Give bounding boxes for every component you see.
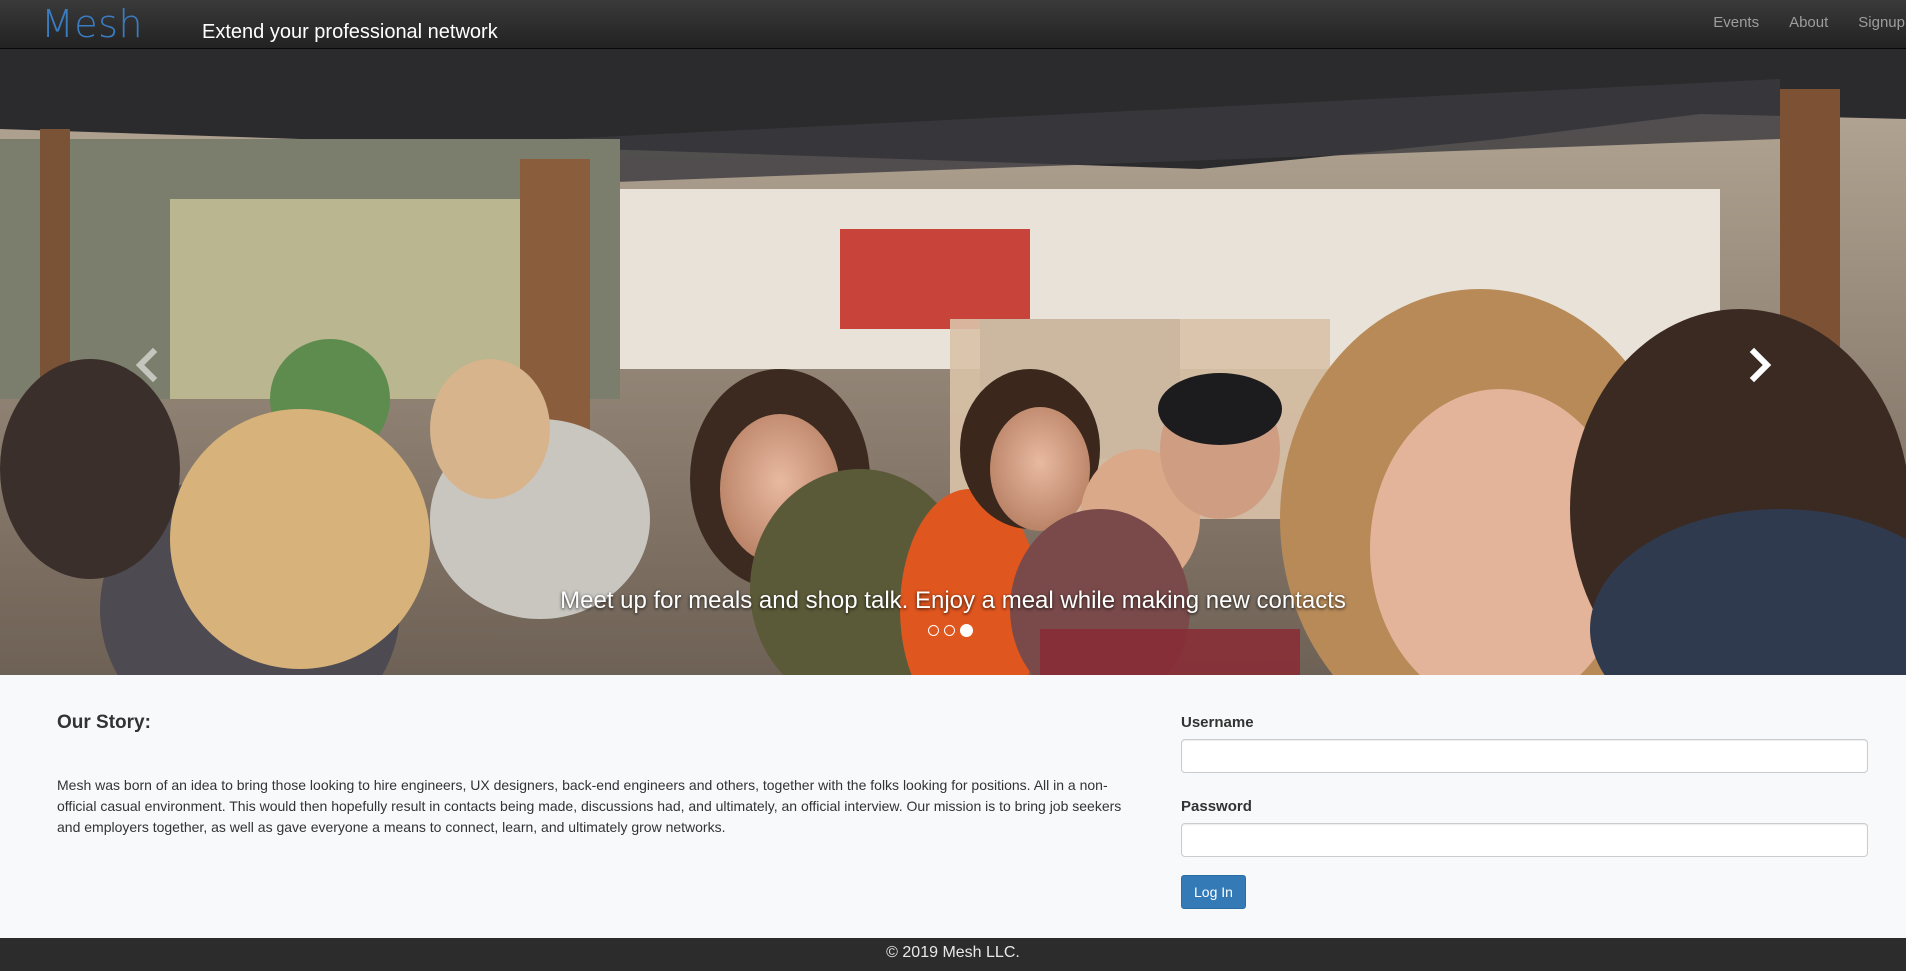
brand-logo[interactable]: Mesh — [41, 2, 143, 46]
password-label: Password — [1181, 798, 1252, 815]
carousel-next-button[interactable] — [1740, 345, 1780, 385]
page: Mesh Extend your professional network Ev… — [0, 0, 1906, 971]
chevron-right-icon — [1749, 347, 1772, 383]
nav-links: Events About Signup — [1713, 14, 1906, 31]
nav-link-signup[interactable]: Signup — [1858, 14, 1905, 31]
navbar: Mesh Extend your professional network Ev… — [0, 0, 1906, 49]
username-input[interactable] — [1181, 739, 1868, 773]
chevron-left-icon — [135, 347, 158, 383]
carousel-caption: Meet up for meals and shop talk. Enjoy a… — [560, 587, 1346, 614]
story-heading: Our Story: — [57, 712, 151, 733]
login-button[interactable]: Log In — [1181, 875, 1246, 909]
username-label: Username — [1181, 714, 1254, 731]
story-text: Mesh was born of an idea to bring those … — [57, 777, 1122, 835]
our-story-section: Our Story: Mesh was born of an idea to b… — [57, 712, 1127, 838]
login-form: Username Password Log In — [1181, 714, 1868, 909]
carousel-indicators — [928, 624, 973, 637]
carousel-photo — [0, 49, 1906, 675]
hero-carousel: Meet up for meals and shop talk. Enjoy a… — [0, 49, 1906, 675]
carousel-indicator-1[interactable] — [928, 625, 939, 636]
nav-link-about[interactable]: About — [1789, 14, 1828, 31]
carousel-indicator-2[interactable] — [944, 625, 955, 636]
tagline: Extend your professional network — [202, 21, 498, 43]
carousel-indicator-3[interactable] — [960, 624, 973, 637]
footer: © 2019 Mesh LLC. — [0, 938, 1906, 971]
carousel-prev-button[interactable] — [127, 345, 167, 385]
nav-link-events[interactable]: Events — [1713, 14, 1759, 31]
page-scrollbar-gutter — [1906, 0, 1919, 971]
password-input[interactable] — [1181, 823, 1868, 857]
